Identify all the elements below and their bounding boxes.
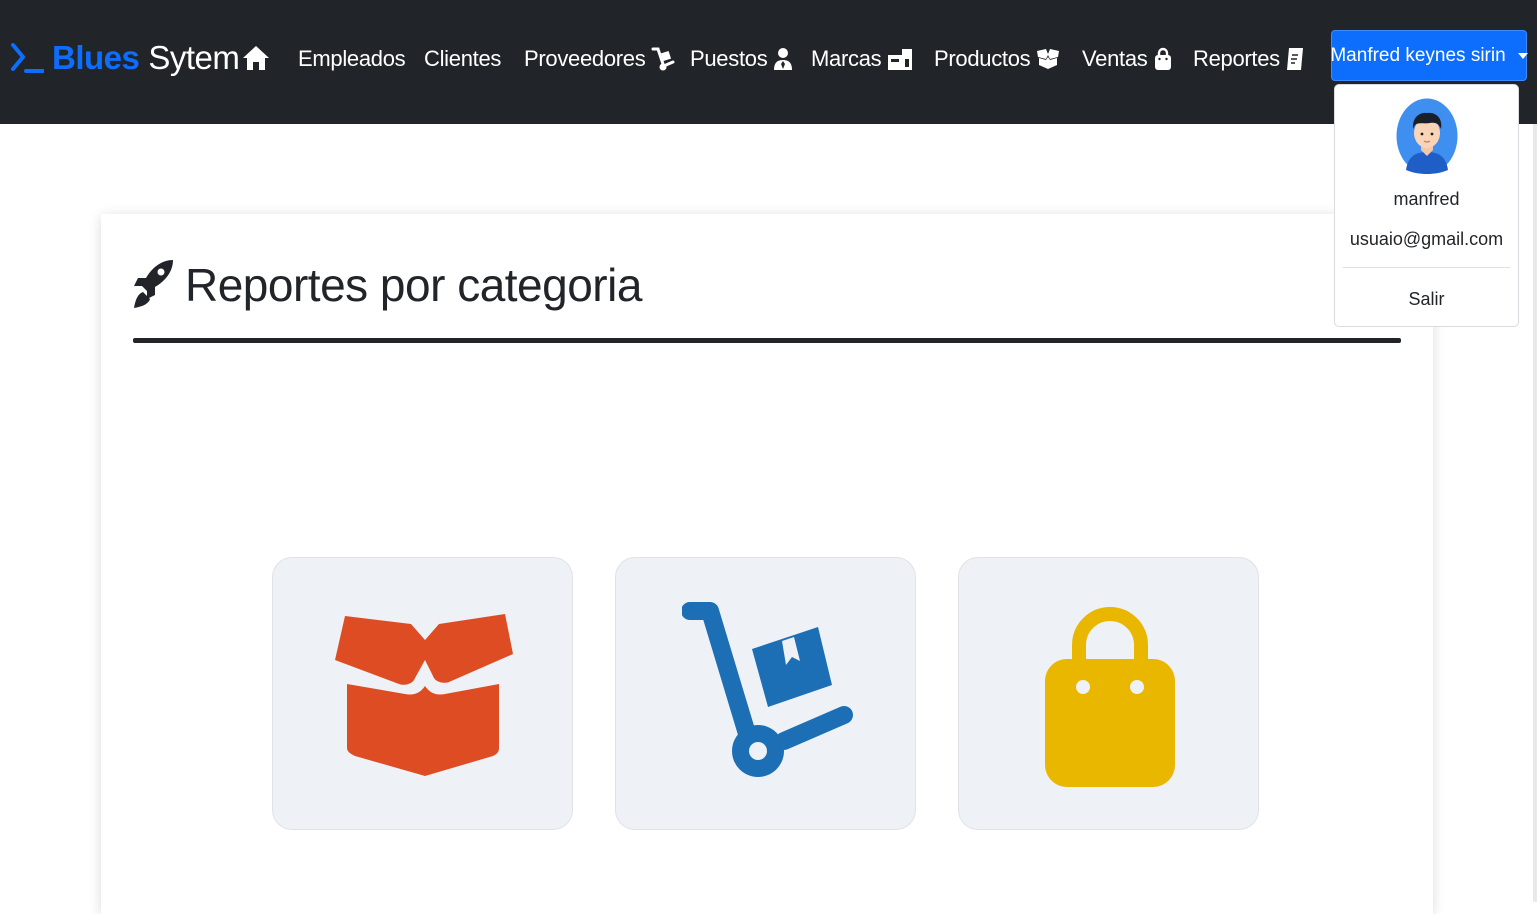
nav-ventas-label: Ventas bbox=[1082, 46, 1148, 71]
user-dropdown-menu: manfred usuaio@gmail.com Salir bbox=[1334, 84, 1519, 327]
box-open-icon bbox=[335, 614, 513, 776]
nav-clientes[interactable]: Clientes bbox=[424, 44, 501, 74]
dropdown-username: manfred bbox=[1393, 189, 1460, 209]
nav-productos[interactable]: Productos bbox=[934, 44, 1060, 74]
home-icon bbox=[243, 46, 269, 70]
brand-name-primary: Blues bbox=[52, 39, 140, 76]
nav-reportes[interactable]: Reportes bbox=[1193, 44, 1304, 74]
dolly-icon bbox=[682, 602, 853, 777]
dolly-icon bbox=[651, 47, 675, 71]
page-title: Reportes por categoria bbox=[185, 259, 642, 311]
warehouse-icon bbox=[888, 49, 913, 70]
home-link[interactable] bbox=[242, 44, 270, 77]
rocket-icon bbox=[134, 260, 173, 308]
receipt-icon bbox=[1286, 48, 1303, 70]
nav-puestos[interactable]: Puestos bbox=[690, 44, 793, 74]
title-divider bbox=[133, 338, 1401, 343]
page-scrollbar[interactable] bbox=[1533, 124, 1537, 902]
logout-link[interactable]: Salir bbox=[1335, 289, 1518, 310]
nav-empleados-label: Empleados bbox=[298, 46, 406, 71]
top-navbar: Blues Sytem Empleados Clientes Proveedor… bbox=[0, 0, 1537, 124]
nav-reportes-label: Reportes bbox=[1193, 46, 1280, 71]
brand-logo[interactable]: Blues Sytem bbox=[10, 32, 240, 84]
nav-puestos-label: Puestos bbox=[690, 46, 768, 71]
shopping-bag-icon bbox=[1045, 607, 1175, 787]
nav-clientes-label: Clientes bbox=[424, 46, 502, 71]
user-menu-button[interactable]: Manfred keynes sirin bbox=[1330, 30, 1528, 81]
report-tile-productos[interactable] bbox=[272, 557, 573, 830]
reports-card: Reportes por categoria bbox=[101, 214, 1433, 914]
nav-proveedores[interactable]: Proveedores bbox=[524, 44, 675, 74]
user-avatar-icon bbox=[1396, 98, 1458, 174]
terminal-prompt-icon bbox=[11, 43, 44, 73]
caret-down-icon bbox=[1517, 52, 1528, 59]
brand-name-secondary: Sytem bbox=[148, 39, 240, 76]
dropdown-email: usuaio@gmail.com bbox=[1349, 229, 1504, 249]
dropdown-divider bbox=[1343, 267, 1510, 268]
shopping-bag-icon bbox=[1155, 47, 1172, 70]
report-tile-ventas[interactable] bbox=[958, 557, 1259, 830]
nav-marcas[interactable]: Marcas bbox=[811, 44, 913, 74]
box-open-icon bbox=[1037, 49, 1060, 69]
nav-marcas-label: Marcas bbox=[811, 46, 882, 71]
nav-proveedores-label: Proveedores bbox=[524, 46, 646, 71]
nav-productos-label: Productos bbox=[934, 46, 1031, 71]
nav-empleados[interactable]: Empleados bbox=[298, 44, 406, 74]
report-tile-proveedores[interactable] bbox=[615, 557, 916, 830]
nav-ventas[interactable]: Ventas bbox=[1082, 44, 1173, 74]
user-tie-icon bbox=[774, 48, 793, 70]
user-menu-label: Manfred keynes sirin bbox=[1330, 44, 1506, 66]
